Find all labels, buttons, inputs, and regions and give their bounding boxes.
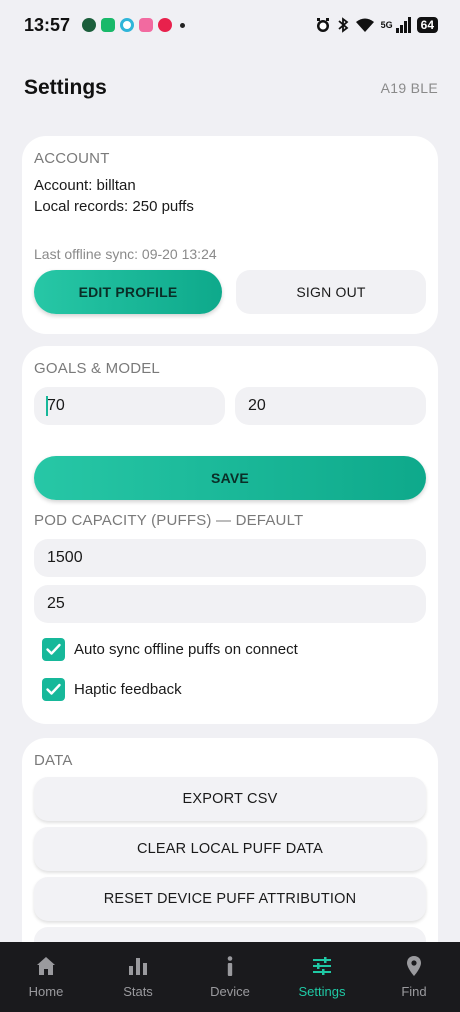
photo-app-icon [139, 18, 154, 32]
nav-label-settings: Settings [298, 984, 346, 999]
text-cursor [46, 396, 48, 416]
nav-label-home: Home [28, 984, 64, 999]
secondary-value: 25 [47, 595, 65, 612]
export-csv-button[interactable]: EXPORT CSV [34, 777, 426, 821]
page-title: Settings [24, 76, 107, 99]
more-notifications-icon [180, 22, 186, 28]
last-sync-text: Last offline sync: 09-20 13:24 [34, 246, 217, 262]
goals-section-title: GOALS & MODEL [34, 360, 160, 377]
alarm-icon [316, 18, 329, 32]
camera-app-icon [120, 18, 135, 32]
bar-chart-icon [129, 958, 147, 975]
clear-local-data-button[interactable]: CLEAR LOCAL PUFF DATA [34, 827, 426, 871]
app-header: Settings A19 BLE [0, 60, 460, 116]
save-button[interactable]: SAVE [34, 456, 426, 500]
haptic-checkbox[interactable] [42, 678, 65, 701]
notification-icons [82, 18, 186, 32]
nav-item-home[interactable]: Home [0, 942, 92, 1012]
pod-capacity-input[interactable]: 1500 [34, 539, 426, 577]
signal-icon [395, 17, 411, 33]
nav-label-stats: Stats [123, 984, 153, 999]
shield-app-icon [101, 18, 116, 32]
checkmark-icon [46, 643, 61, 655]
data-section-title: DATA [34, 752, 73, 769]
sliders-icon [313, 957, 331, 975]
nav-item-find[interactable]: Find [368, 942, 460, 1012]
status-bar: 13:57 5G 64 [0, 0, 460, 50]
device-label: A19 BLE [380, 80, 438, 96]
battery-level: 64 [416, 17, 438, 33]
goal-input-1-value: 70 [47, 397, 65, 414]
local-records: Local records: 250 puffs [34, 198, 194, 215]
goal-input-1[interactable]: 70 [34, 387, 225, 425]
app-notification-icon [82, 18, 97, 32]
account-section-title: ACCOUNT [34, 150, 110, 167]
location-pin-icon [407, 956, 421, 976]
auto-sync-label: Auto sync offline puffs on connect [74, 641, 298, 658]
haptic-label: Haptic feedback [74, 681, 182, 698]
status-time: 13:57 [24, 14, 71, 35]
wifi-icon [355, 18, 374, 32]
pod-capacity-title: POD CAPACITY (PUFFS) — DEFAULT [34, 512, 304, 529]
goal-input-2[interactable]: 20 [235, 387, 426, 425]
account-username: Account: billtan [34, 177, 136, 194]
auto-sync-checkbox[interactable] [42, 638, 65, 661]
goals-model-card: GOALS & MODEL 70 20 SAVE POD CAPACITY (P… [22, 346, 438, 724]
record-app-icon [158, 18, 173, 32]
home-icon [37, 957, 55, 975]
network-type: 5G [380, 20, 393, 30]
bluetooth-icon [338, 17, 349, 33]
haptic-option[interactable]: Haptic feedback [42, 678, 426, 701]
reset-attribution-button[interactable]: RESET DEVICE PUFF ATTRIBUTION [34, 877, 426, 921]
auto-sync-option[interactable]: Auto sync offline puffs on connect [42, 638, 426, 661]
pod-capacity-value: 1500 [47, 549, 83, 566]
nav-label-find: Find [401, 984, 427, 999]
bottom-nav: Home Stats Device Settings Find [0, 942, 460, 1012]
account-card: ACCOUNT Account: billtan Local records: … [22, 136, 438, 334]
nav-item-stats[interactable]: Stats [92, 942, 184, 1012]
nav-label-device: Device [210, 984, 250, 999]
edit-profile-button[interactable]: EDIT PROFILE [34, 270, 222, 314]
sign-out-button[interactable]: SIGN OUT [236, 270, 426, 314]
system-icons: 5G 64 [315, 17, 438, 33]
secondary-value-input[interactable]: 25 [34, 585, 426, 623]
checkmark-icon [46, 683, 61, 695]
nav-item-device[interactable]: Device [184, 942, 276, 1012]
nav-item-settings[interactable]: Settings [276, 942, 368, 1012]
goal-input-2-value: 20 [248, 397, 266, 414]
device-icon [227, 956, 233, 976]
